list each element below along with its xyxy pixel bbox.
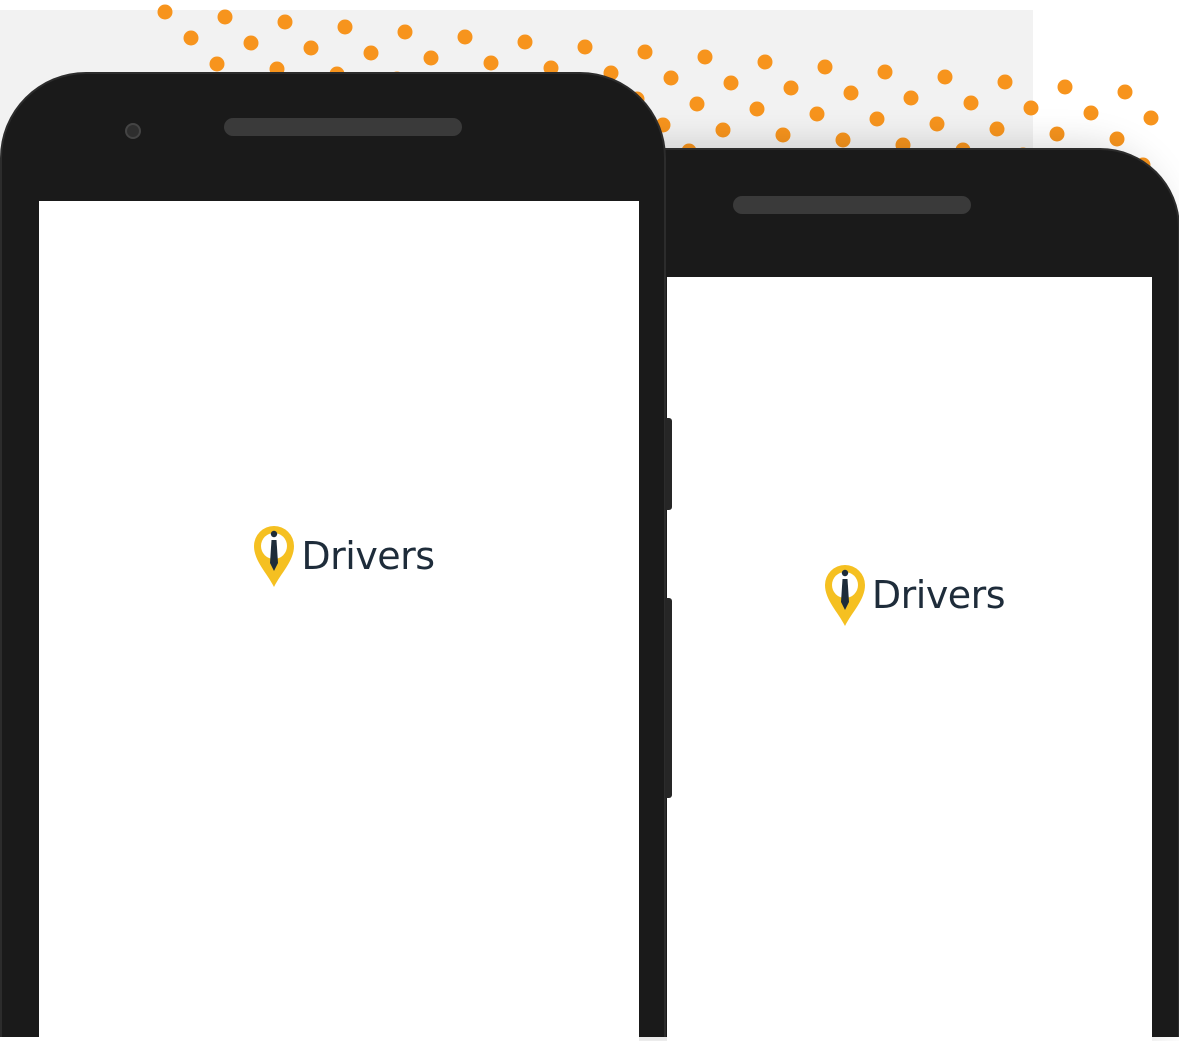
decorative-dot [869,111,885,127]
decorative-dot [723,75,739,91]
decorative-dot [217,9,233,25]
decorative-dot [663,70,679,86]
decorative-dot [577,39,593,55]
decorative-dot [363,45,379,61]
decorative-dot [963,95,979,111]
app-logo: Drivers [822,562,1006,628]
decorative-dot [397,24,413,40]
power-button [665,598,672,798]
decorative-dot [303,40,319,56]
decorative-dot [423,50,439,66]
decorative-dot [775,127,791,143]
decorative-dot [337,19,353,35]
earpiece-speaker [733,196,971,214]
phone-left: Drivers [0,72,666,1041]
app-logo: Drivers [251,523,435,589]
decorative-dot [783,80,799,96]
decorative-dot [835,132,851,148]
decorative-dot [157,4,173,20]
decorative-dot [903,90,919,106]
map-pin-driver-icon [254,526,295,587]
decorative-dot [277,14,293,30]
phone-screen[interactable]: Drivers [39,201,639,1041]
app-name: Drivers [301,534,435,578]
decorative-dot [1083,105,1099,121]
decorative-dot [209,56,225,72]
earpiece-speaker [224,118,462,136]
volume-button [665,418,672,510]
app-name: Drivers [871,573,1006,617]
phone-screen[interactable]: Drivers [667,277,1152,1041]
decorative-dot [243,35,259,51]
decorative-dot [937,69,953,85]
decorative-dot [1049,126,1065,142]
decorative-dot [457,29,473,45]
decorative-dot [929,116,945,132]
decorative-dot [483,55,499,71]
decorative-dot [183,30,199,46]
decorative-dot [1109,131,1125,147]
decorative-dot [809,106,825,122]
decorative-dot [1023,100,1039,116]
decorative-dot [843,85,859,101]
phone-right: Drivers [610,148,1179,1041]
decorative-dot [517,34,533,50]
decorative-dot [749,101,765,117]
decorative-dot [877,64,893,80]
decorative-dot [689,96,705,112]
decorative-dot [757,54,773,70]
decorative-dot [989,121,1005,137]
map-pin-driver-icon [824,565,865,626]
decorative-dot [715,122,731,138]
decorative-dot [997,74,1013,90]
decorative-dot [817,59,833,75]
decorative-dot [697,49,713,65]
decorative-dot [1057,79,1073,95]
decorative-dot [637,44,653,60]
front-camera [125,123,141,139]
decorative-dot [1117,84,1133,100]
decorative-dot [1143,110,1159,126]
